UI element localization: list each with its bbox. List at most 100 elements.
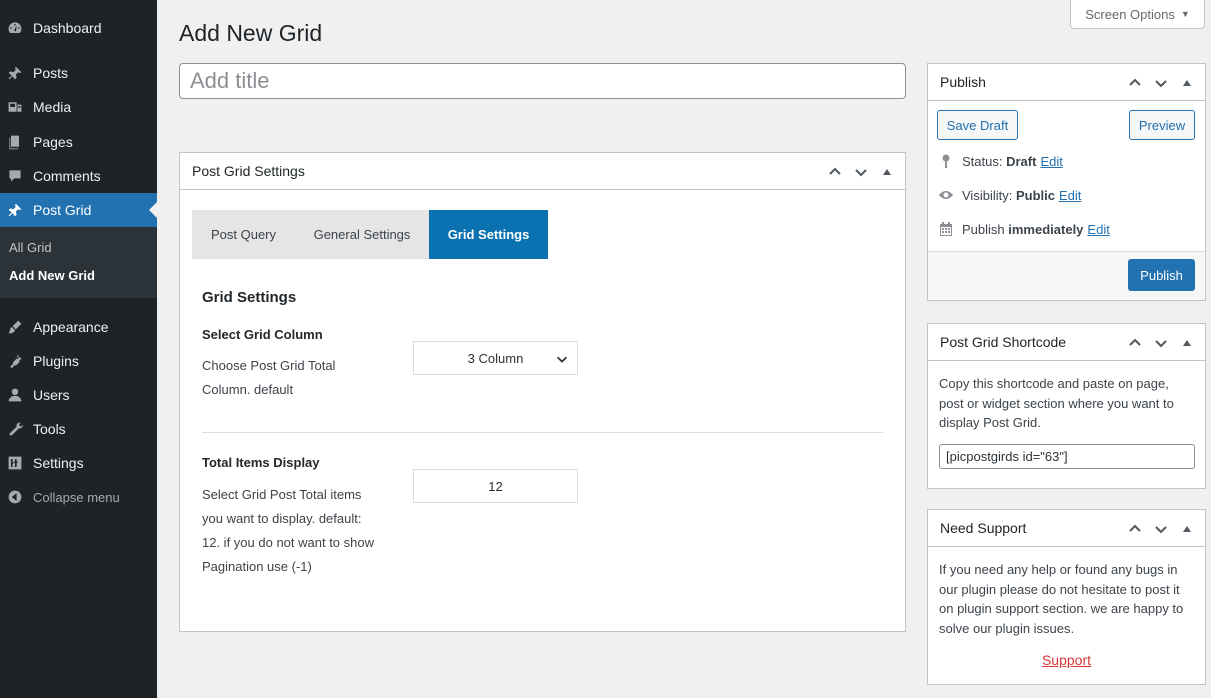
- total-items-input[interactable]: 12: [413, 469, 578, 503]
- support-desc-2: our plugin please do not hesitate to pos…: [939, 581, 1180, 597]
- grid-column-desc-2: Column. default: [202, 382, 294, 397]
- postbox-title: Need Support: [940, 520, 1027, 536]
- media-icon: [7, 99, 23, 115]
- pin-icon: [942, 154, 950, 168]
- total-items-desc-1: Select Grid Post Total items: [202, 487, 362, 502]
- toggle-triangle-icon[interactable]: [877, 167, 897, 177]
- pages-icon: [7, 134, 23, 150]
- sidebar-item-label: Tools: [33, 421, 66, 437]
- shortcode-desc-2: post or widget section where you want to: [939, 395, 1174, 411]
- chevron-up-icon[interactable]: [825, 164, 845, 180]
- sidebar-item-media[interactable]: Media: [0, 90, 157, 124]
- chevron-up-icon[interactable]: [1125, 335, 1145, 351]
- chevron-down-icon: [557, 356, 567, 363]
- support-link[interactable]: Support: [927, 652, 1206, 668]
- sidebar-item-label: Dashboard: [33, 20, 102, 36]
- grid-column-value: 3 Column: [467, 350, 524, 366]
- grid-column-label: Select Grid Column: [202, 327, 323, 342]
- sidebar-item-tools[interactable]: Tools: [0, 412, 157, 446]
- wrench-icon: [7, 421, 23, 437]
- tab-general-settings[interactable]: General Settings: [295, 210, 429, 259]
- sidebar-item-settings[interactable]: Settings: [0, 446, 157, 480]
- publish-button[interactable]: Publish: [1128, 259, 1195, 291]
- calendar-icon: [940, 222, 952, 236]
- sidebar-item-post-grid[interactable]: Post Grid: [0, 193, 157, 227]
- sidebar-item-label: Collapse menu: [33, 489, 120, 505]
- admin-sidebar: Dashboard Posts Media Pages Comments Pos…: [0, 0, 157, 698]
- tab-post-query[interactable]: Post Query: [192, 210, 295, 259]
- screen-options-button[interactable]: Screen Options ▼: [1070, 0, 1205, 29]
- publish-label: Publish: [962, 221, 1005, 237]
- total-items-desc-2: you want to display. default:: [202, 511, 362, 526]
- shortcode-description: Copy this shortcode and paste on page, p…: [939, 374, 1174, 433]
- collapse-menu-button[interactable]: Collapse menu: [0, 480, 157, 514]
- collapse-icon: [7, 489, 23, 505]
- sidebar-item-label: Post Grid: [33, 202, 92, 218]
- total-items-desc-3: 12. if you do not want to show: [202, 535, 374, 550]
- support-desc-4: solve our plugin issues.: [939, 620, 1075, 636]
- visibility-label: Visibility:: [962, 187, 1013, 203]
- comment-icon: [7, 168, 23, 184]
- sidebar-item-label: Media: [33, 99, 72, 115]
- sidebar-item-label: Plugins: [33, 353, 79, 369]
- screen-options-label: Screen Options: [1085, 6, 1175, 22]
- preview-button[interactable]: Preview: [1129, 110, 1195, 140]
- user-icon: [7, 387, 23, 403]
- sidebar-item-label: Posts: [33, 65, 69, 81]
- visibility-value: Public: [1015, 187, 1055, 203]
- postbox-header: Need Support: [928, 510, 1205, 547]
- status-value: Draft: [1006, 153, 1037, 169]
- postbox-header: Post Grid Shortcode: [928, 324, 1205, 361]
- grid-column-select[interactable]: 3 Column: [413, 341, 578, 375]
- dashboard-icon: [7, 20, 23, 36]
- sidebar-item-pages[interactable]: Pages: [0, 125, 157, 159]
- chevron-down-icon[interactable]: [1151, 75, 1171, 91]
- postbox-title: Publish: [940, 74, 986, 90]
- settings-icon: [7, 455, 23, 471]
- sidebar-item-comments[interactable]: Comments: [0, 159, 157, 193]
- eye-icon: [939, 191, 953, 199]
- sidebar-item-plugins[interactable]: Plugins: [0, 344, 157, 378]
- sidebar-item-label: Pages: [33, 134, 73, 150]
- sidebar-item-label: Comments: [33, 168, 101, 184]
- edit-publish-date-link[interactable]: Edit: [1087, 222, 1109, 237]
- chevron-up-icon[interactable]: [1125, 75, 1145, 91]
- toggle-triangle-icon[interactable]: [1177, 338, 1197, 348]
- total-items-desc-4: Pagination use (-1): [202, 559, 312, 574]
- support-desc-1: If you need any help or found any bugs i…: [939, 562, 1178, 577]
- total-items-label: Total Items Display: [202, 455, 320, 470]
- submenu-item-all-grid[interactable]: All Grid: [9, 240, 52, 255]
- plugin-icon: [7, 353, 23, 369]
- chevron-down-icon[interactable]: [1151, 335, 1171, 351]
- sidebar-item-label: Settings: [33, 455, 84, 471]
- support-desc-3: on plugin support section. we are happy …: [939, 601, 1184, 616]
- postbox-header: Post Grid Settings: [180, 153, 905, 190]
- support-description: If you need any help or found any bugs i…: [939, 560, 1183, 638]
- save-draft-button[interactable]: Save Draft: [937, 110, 1018, 140]
- pin-icon: [7, 65, 23, 81]
- chevron-down-icon[interactable]: [1151, 521, 1171, 537]
- pin-icon: [7, 202, 23, 218]
- status-label: Status:: [962, 153, 1003, 169]
- sidebar-item-dashboard[interactable]: Dashboard: [0, 11, 157, 45]
- page-title: Add New Grid: [179, 20, 323, 46]
- edit-visibility-link[interactable]: Edit: [1059, 188, 1081, 203]
- toggle-triangle-icon[interactable]: [1177, 78, 1197, 88]
- sidebar-item-appearance[interactable]: Appearance: [0, 310, 157, 344]
- title-input[interactable]: Add title: [179, 63, 906, 99]
- status-row: Status: Draft Edit: [938, 153, 1063, 169]
- shortcode-desc-1: Copy this shortcode and paste on page,: [939, 376, 1169, 391]
- chevron-up-icon[interactable]: [1125, 521, 1145, 537]
- edit-status-link[interactable]: Edit: [1040, 154, 1062, 169]
- toggle-triangle-icon[interactable]: [1177, 524, 1197, 534]
- caret-down-icon: ▼: [1180, 9, 1190, 19]
- tab-grid-settings[interactable]: Grid Settings: [429, 210, 548, 259]
- submenu-item-add-new-grid[interactable]: Add New Grid: [9, 268, 95, 283]
- sidebar-item-posts[interactable]: Posts: [0, 56, 157, 90]
- section-title: Grid Settings: [202, 289, 297, 306]
- grid-column-desc-1: Choose Post Grid Total: [202, 358, 336, 373]
- sidebar-item-users[interactable]: Users: [0, 378, 157, 412]
- chevron-down-icon[interactable]: [851, 164, 871, 180]
- shortcode-textarea[interactable]: [picpostgirds id="63"]: [939, 444, 1195, 469]
- visibility-row: Visibility: Public Edit: [938, 187, 1081, 203]
